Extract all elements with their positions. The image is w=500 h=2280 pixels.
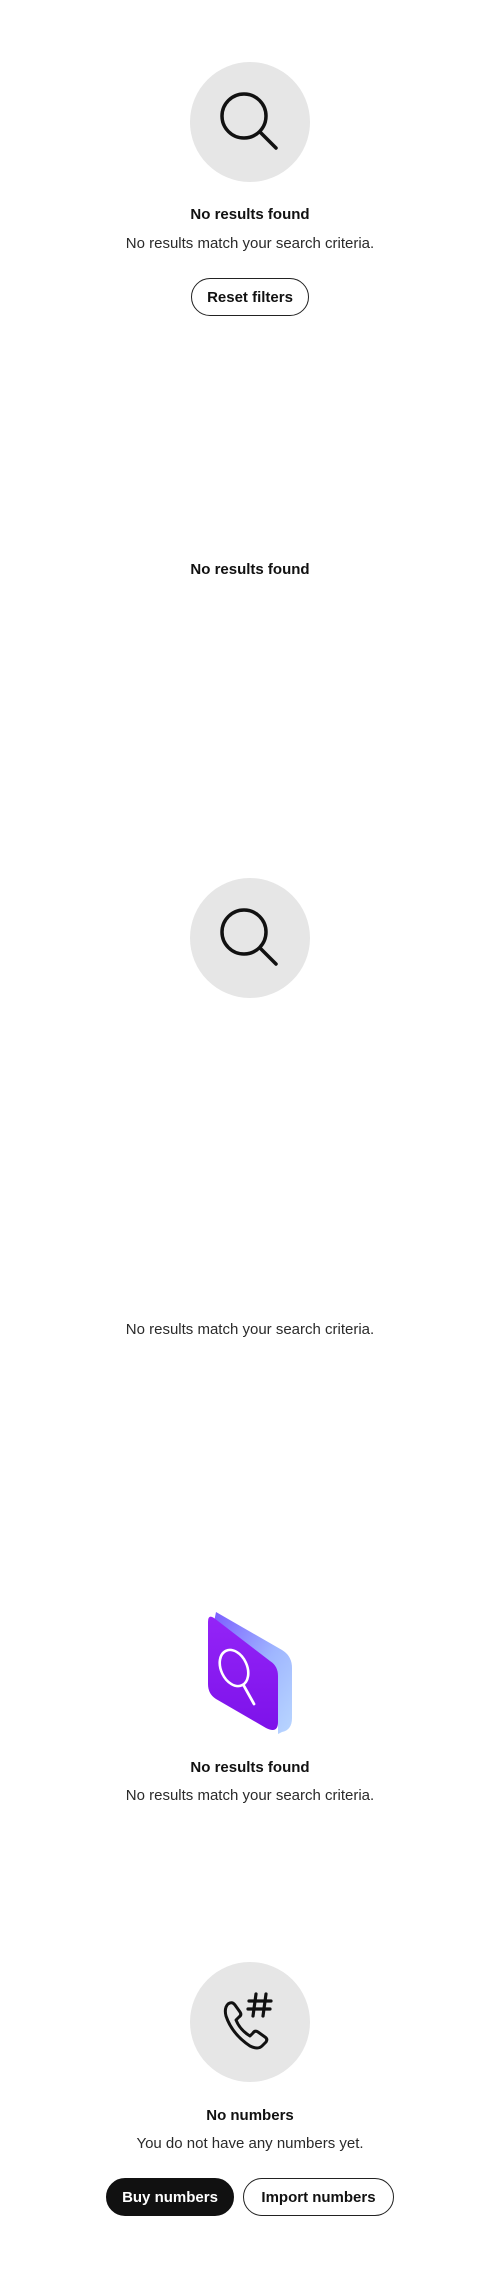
import-numbers-button[interactable]: Import numbers [243, 2178, 394, 2216]
empty-state-description: You do not have any numbers yet. [136, 2135, 364, 2152]
reset-filters-button[interactable]: Reset filters [191, 278, 309, 316]
search-icon [220, 92, 278, 150]
empty-state-title: No results found [190, 1759, 310, 1776]
buy-numbers-button[interactable]: Buy numbers [106, 2178, 234, 2216]
phone-hash-icon [223, 1992, 273, 2050]
icon-circle [190, 878, 310, 998]
empty-state-title: No results found [190, 561, 310, 578]
empty-state-title: No results found [190, 206, 310, 223]
empty-state-title: No numbers [206, 2107, 294, 2124]
empty-state-description: No results match your search criteria. [125, 235, 375, 252]
empty-state-description: No results match your search criteria. [125, 1321, 375, 1338]
isometric-search-icon [208, 1612, 292, 1734]
icon-circle [190, 1962, 310, 2082]
empty-state-description: No results match your search criteria. [125, 1787, 375, 1804]
icon-circle [190, 62, 310, 182]
search-icon [220, 908, 278, 966]
